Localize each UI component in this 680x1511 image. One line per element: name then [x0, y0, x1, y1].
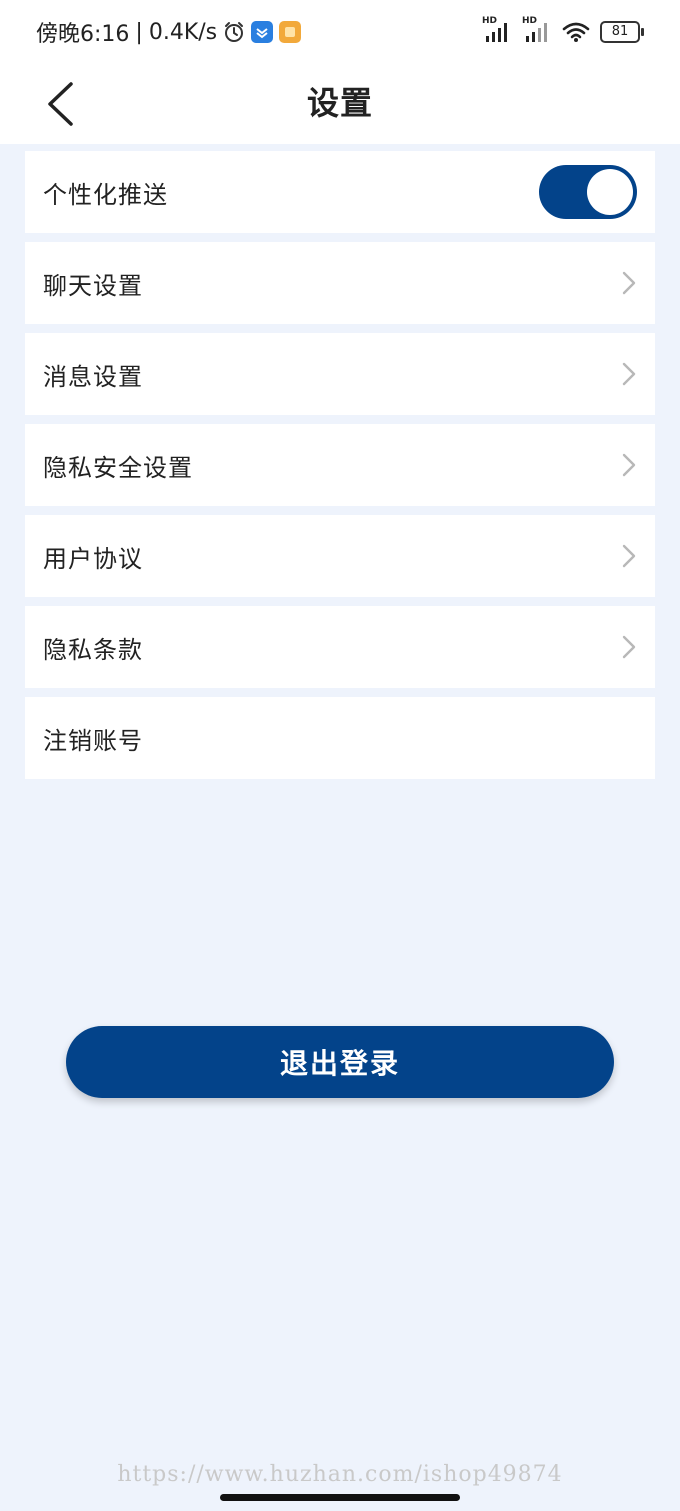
network-speed: 0.4K/s — [148, 19, 218, 45]
home-indicator[interactable] — [220, 1494, 460, 1501]
logout-button[interactable]: 退出登录 — [66, 1026, 614, 1098]
wifi-icon — [562, 22, 590, 42]
status-time: 傍晚6:16 — [36, 22, 130, 47]
alarm-icon — [225, 22, 244, 42]
chevron-right-icon — [622, 544, 636, 568]
cellular-signal-icon-1: HD — [482, 16, 512, 44]
setting-row-privacy-terms[interactable]: 隐私条款 — [25, 606, 655, 688]
setting-row-privacy-security[interactable]: 隐私安全设置 — [25, 424, 655, 506]
setting-label: 消息设置 — [43, 362, 143, 391]
settings-list: 个性化推送 聊天设置 消息设置 隐私安全设置 用户协议 隐私条款 注销账号 — [25, 151, 655, 788]
battery-indicator: 81 — [600, 21, 644, 43]
setting-label: 隐私条款 — [43, 635, 143, 664]
status-bar: 傍晚6:16 | 0.4K/s HD HD 81 — [0, 0, 680, 64]
status-separator: | — [135, 19, 143, 45]
app-notification-icon-orange — [279, 21, 302, 43]
setting-row-user-agreement[interactable]: 用户协议 — [25, 515, 655, 597]
chevron-right-icon — [622, 271, 636, 295]
setting-label: 隐私安全设置 — [43, 453, 193, 482]
status-left: 傍晚6:16 | 0.4K/s — [36, 16, 302, 48]
setting-row-personalized-push: 个性化推送 — [25, 151, 655, 233]
setting-label: 注销账号 — [43, 726, 143, 755]
setting-row-message-settings[interactable]: 消息设置 — [25, 333, 655, 415]
chevron-right-icon — [622, 635, 636, 659]
status-right: HD HD 81 — [482, 16, 644, 48]
personalized-push-toggle[interactable] — [539, 165, 637, 219]
navigation-header: 设置 — [0, 64, 680, 144]
chevron-right-icon — [622, 453, 636, 477]
toggle-knob — [587, 169, 633, 215]
cellular-signal-icon-2: HD — [522, 16, 552, 44]
chevron-right-icon — [622, 362, 636, 386]
setting-row-delete-account[interactable]: 注销账号 — [25, 697, 655, 779]
setting-label: 个性化推送 — [43, 180, 168, 209]
page-title: 设置 — [306, 84, 373, 122]
watermark-text: https://www.huzhan.com/ishop49874 — [117, 1462, 563, 1487]
setting-row-chat-settings[interactable]: 聊天设置 — [25, 242, 655, 324]
setting-label: 聊天设置 — [43, 271, 143, 300]
app-notification-icon-blue — [251, 21, 274, 43]
setting-label: 用户协议 — [43, 544, 143, 573]
